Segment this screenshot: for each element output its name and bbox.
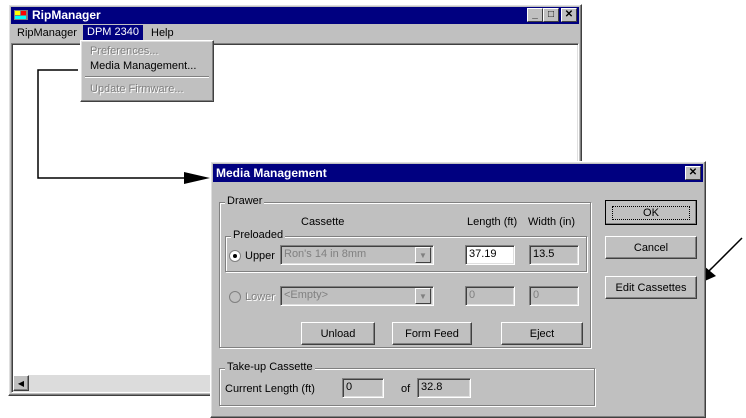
lower-radio[interactable] [229, 291, 241, 303]
col-width-header: Width (in) [528, 216, 576, 228]
upper-radio[interactable] [229, 250, 241, 262]
upper-length-field[interactable]: 37.19 [465, 245, 515, 265]
chevron-down-icon[interactable]: ▼ [415, 247, 431, 263]
upper-label: Upper [245, 250, 275, 262]
lower-length-field[interactable]: 0 [465, 286, 515, 306]
takeup-legend: Take-up Cassette [225, 361, 315, 373]
form-feed-button[interactable]: Form Feed [392, 322, 472, 345]
lower-label: Lower [245, 291, 275, 303]
upper-cassette-select[interactable]: Ron's 14 in 8mm ▼ [280, 245, 434, 265]
unload-button[interactable]: Unload [301, 322, 375, 345]
dialog-close-icon[interactable]: ✕ [685, 166, 701, 180]
col-length-header: Length (ft) [467, 216, 518, 228]
upper-width-field[interactable]: 13.5 [529, 245, 579, 265]
col-cassette-header: Cassette [301, 216, 345, 228]
ok-button[interactable]: OK [605, 200, 697, 225]
chevron-down-icon[interactable]: ▼ [415, 288, 431, 304]
dialog-titlebar[interactable]: Media Management ✕ [213, 164, 703, 182]
lower-width-field[interactable]: 0 [529, 286, 579, 306]
cancel-button[interactable]: Cancel [605, 236, 697, 259]
radio-dot [233, 254, 237, 258]
eject-button[interactable]: Eject [501, 322, 583, 345]
lower-cassette-select[interactable]: <Empty> ▼ [280, 286, 434, 306]
dialog-title: Media Management [216, 166, 327, 180]
edit-cassettes-button[interactable]: Edit Cassettes [605, 276, 697, 299]
preloaded-legend: Preloaded [231, 229, 286, 241]
drawer-legend: Drawer [225, 195, 265, 207]
current-length-field: 0 [342, 378, 384, 398]
total-length-field: 32.8 [417, 378, 471, 398]
current-length-label: Current Length (ft) [225, 383, 315, 395]
media-management-dialog: Media Management ✕ Drawer Cassette Lengt… [210, 161, 706, 418]
of-label: of [401, 383, 411, 395]
